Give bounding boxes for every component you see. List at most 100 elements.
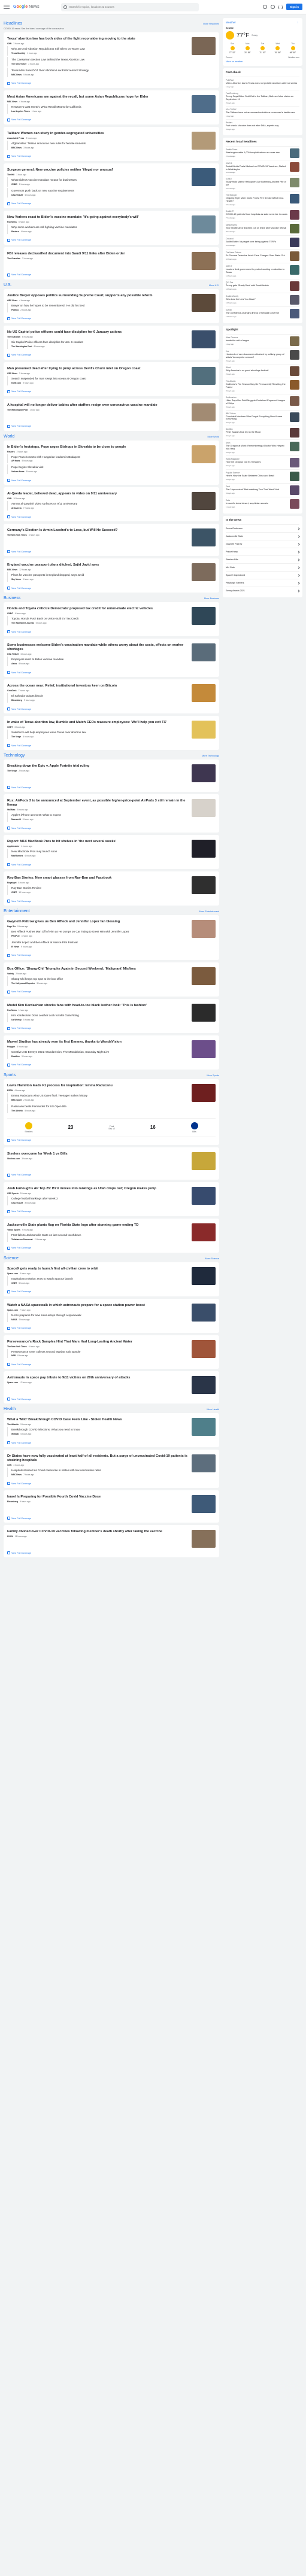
story-thumbnail[interactable] — [192, 799, 216, 818]
trending-topic[interactable]: Emmy Awards 2021 — [226, 587, 300, 594]
lead-story[interactable]: Marvel Studios has already won its first… — [7, 1038, 216, 1062]
story-thumbnail[interactable] — [192, 876, 216, 895]
sidebar-story[interactable]: Seattle Times Washington adds 1,000 hospi… — [226, 145, 299, 160]
lead-story[interactable]: Box Office: 'Shang-Chi' Triumphs Again i… — [7, 965, 216, 989]
story-thumbnail[interactable] — [192, 168, 216, 186]
sidebar-story-headline[interactable]: Video: Abortion law in Texas does not pr… — [226, 82, 299, 85]
sidebar-story-source[interactable]: Aeon — [226, 442, 287, 444]
sub-story-source[interactable]: The Wall Street Journal — [11, 622, 34, 624]
full-coverage-link[interactable]: View Full Coverage — [7, 953, 216, 957]
story-source[interactable]: CBS News — [7, 372, 17, 375]
sub-story[interactable]: Newsom's Last Stretch: What Recall Means… — [7, 104, 188, 114]
story-thumbnail[interactable] — [192, 1495, 216, 1514]
sub-story-source[interactable]: The Athletic — [11, 1110, 23, 1112]
story-thumbnail[interactable] — [192, 1266, 216, 1285]
story-thumbnail[interactable] — [192, 445, 216, 463]
sub-story-headline[interactable]: Ray-Ban Stories Review — [11, 886, 188, 890]
story-headline[interactable]: Some businesses welcome Biden's vaccinat… — [7, 643, 188, 652]
sidebar-story[interactable]: Popular Science Here's How the Scale Betw… — [226, 469, 299, 483]
sidebar-story-headline[interactable]: Peter Sallaz's final trip to the Moon — [226, 431, 287, 434]
sub-story-source[interactable]: Deadline — [11, 1055, 20, 1058]
full-coverage-link[interactable]: View Full Coverage — [7, 1517, 216, 1520]
full-coverage-link[interactable]: View Full Coverage — [7, 786, 216, 789]
sub-story[interactable]: Six Capitol Police officers face discipl… — [7, 339, 188, 349]
story-thumbnail[interactable] — [192, 684, 216, 703]
sidebar-story-thumbnail[interactable] — [290, 412, 299, 422]
full-coverage-link[interactable]: View Full Coverage — [7, 154, 216, 158]
story-source[interactable]: Polygon — [7, 1046, 15, 1048]
sub-story[interactable]: Breyer on how he hopes to be remembered:… — [7, 302, 188, 312]
more-weather-link[interactable]: More on weather — [226, 60, 299, 63]
lead-story[interactable]: Report: M1X MacBook Pros to hit shelves … — [7, 838, 216, 861]
story-headline[interactable]: England vaccine passport plans ditched, … — [7, 563, 188, 567]
full-coverage-link[interactable]: View Full Coverage — [7, 479, 216, 482]
sidebar-story[interactable]: Hakai Magazine How the Octopus Got Its Te… — [226, 455, 299, 469]
lead-story[interactable]: SpaceX gets ready to launch first all-ci… — [7, 1265, 216, 1289]
sub-story[interactable]: What Biden's vaccine mandate means for b… — [7, 177, 188, 187]
lead-story[interactable]: Most Asian Americans are against the rec… — [7, 93, 216, 117]
section-more-link[interactable]: More Business — [204, 597, 219, 600]
sidebar-story-headline[interactable]: Washington adds 1,000 hospitalizations a… — [226, 151, 287, 154]
lead-story[interactable]: Watch a NASA spacewalk in which astronau… — [7, 1302, 216, 1325]
sidebar-story-headline[interactable]: California's Fire Season May Be Permanen… — [226, 383, 287, 389]
story-headline[interactable]: Box Office: 'Shang-Chi' Triumphs Again i… — [7, 967, 188, 971]
story-thumbnail[interactable] — [192, 764, 216, 783]
sub-story-headline[interactable]: Why are Anti-Abortion Republicans Still … — [11, 47, 188, 51]
sub-story-headline[interactable]: Perseverance rover collects second Marti… — [11, 1350, 188, 1354]
sub-story-headline[interactable]: New MacBook Pros may launch soon — [11, 850, 188, 853]
story-thumbnail[interactable] — [192, 1152, 216, 1170]
lead-story[interactable]: Family divided over COVID-19 vaccines fo… — [7, 1528, 216, 1550]
story-source[interactable]: The Hill — [7, 174, 14, 176]
full-coverage-link[interactable]: View Full Coverage — [7, 238, 216, 242]
story-headline[interactable]: Surgeon general: New vaccine policies ne… — [7, 168, 188, 172]
sidebar-story-headline[interactable]: How the Octopus Got Its Tentacles — [226, 461, 287, 464]
story-headline[interactable]: Dr States have now fully vaccinated at l… — [7, 1454, 188, 1463]
story-thumbnail[interactable] — [192, 251, 216, 270]
sub-story-source[interactable]: Axios — [11, 663, 17, 665]
help-icon[interactable] — [263, 5, 267, 9]
sidebar-story-thumbnail[interactable] — [290, 379, 299, 390]
full-coverage-link[interactable]: View Full Coverage — [7, 1063, 216, 1067]
sub-story-headline[interactable]: Governors push back on new vaccine requi… — [11, 189, 188, 193]
sub-story-headline[interactable]: Raducanu beats Fernandez for US Open tit… — [11, 1105, 188, 1108]
sub-story-headline[interactable]: Kim Kardashian Dons Leather Look for Met… — [11, 1014, 188, 1017]
sidebar-story-source[interactable]: Smithsonian — [226, 396, 287, 399]
sub-story[interactable]: Emma Raducanu wins US Open final: Teenag… — [7, 1092, 188, 1102]
lead-story[interactable]: In wake of Texas abortion law, Bumble an… — [7, 719, 216, 742]
lead-story[interactable]: Al-Qaeda leader, believed dead, appears … — [7, 490, 216, 514]
full-coverage-link[interactable]: View Full Coverage — [7, 317, 216, 320]
sidebar-story-source[interactable]: BBC Future — [226, 412, 287, 415]
sidebar-story-headline[interactable]: In world's driest desert, amphibian secr… — [226, 502, 287, 505]
sidebar-story[interactable]: Grist The 'Unprovoked' Bird-watching Tour… — [226, 483, 299, 497]
sub-story[interactable]: Ray-Ban Stories Review CNET 10 hours ago — [7, 885, 188, 895]
story-source[interactable]: The Washington Post — [7, 409, 28, 411]
sidebar-story[interactable]: The News Tribune Ex-Tacoma Detective Won'… — [226, 249, 299, 263]
sub-story[interactable]: Apple's iPhone 13 event: What to expect M… — [7, 812, 188, 822]
full-coverage-link[interactable]: View Full Coverage — [7, 863, 216, 867]
section-more-link[interactable]: More U.S. — [209, 284, 219, 287]
trending-topic[interactable]: Prince Harry — [226, 548, 300, 555]
full-coverage-link[interactable]: View Full Coverage — [7, 1290, 216, 1293]
sub-story-headline[interactable]: Breakthrough COVID infections: What you … — [11, 1428, 188, 1432]
sidebar-story-source[interactable]: Seattle Times — [226, 148, 287, 151]
story-source[interactable]: The Atlantic — [7, 1423, 19, 1426]
full-coverage-link[interactable]: View Full Coverage — [7, 353, 216, 357]
sub-story-source[interactable]: Texas Monthly — [11, 52, 25, 54]
story-headline[interactable]: Man presumed dead after trying to jump a… — [7, 367, 188, 371]
full-coverage-link[interactable]: View Full Coverage — [7, 273, 216, 277]
sub-story-headline[interactable]: Pope Francis meets with Hungarian leader… — [11, 455, 188, 459]
story-headline[interactable]: Justice Breyer opposes politics surround… — [7, 294, 188, 298]
lead-story[interactable]: Dr States have now fully vaccinated at l… — [7, 1453, 216, 1480]
sub-story-source[interactable]: Tallahassee Democrat — [11, 1238, 33, 1241]
sub-story[interactable]: Why are Anti-Abortion Republicans Still … — [7, 45, 188, 56]
sidebar-story[interactable]: Q13 Fox Trump gets 'Shady Deal' with Saud… — [226, 278, 299, 293]
sub-story-source[interactable]: Macworld — [11, 818, 21, 821]
section-title[interactable]: Sports — [4, 1073, 16, 1077]
sub-story-headline[interactable]: Inspiration4 mission: How to watch Space… — [11, 1277, 188, 1281]
sidebar-story-thumbnail[interactable] — [290, 162, 299, 172]
lead-story[interactable]: Germany's Election Is Armin Laschet's to… — [7, 527, 216, 548]
sidebar-story[interactable]: KUOW The confidence-changing lineup of Ne… — [226, 306, 299, 320]
sub-story-source[interactable]: NBC News — [11, 1474, 22, 1476]
lead-story[interactable]: Jacksonville State plants flag on Florid… — [7, 1222, 216, 1245]
sidebar-story-headline[interactable]: Who Lost the Lies You Have? — [226, 298, 287, 301]
